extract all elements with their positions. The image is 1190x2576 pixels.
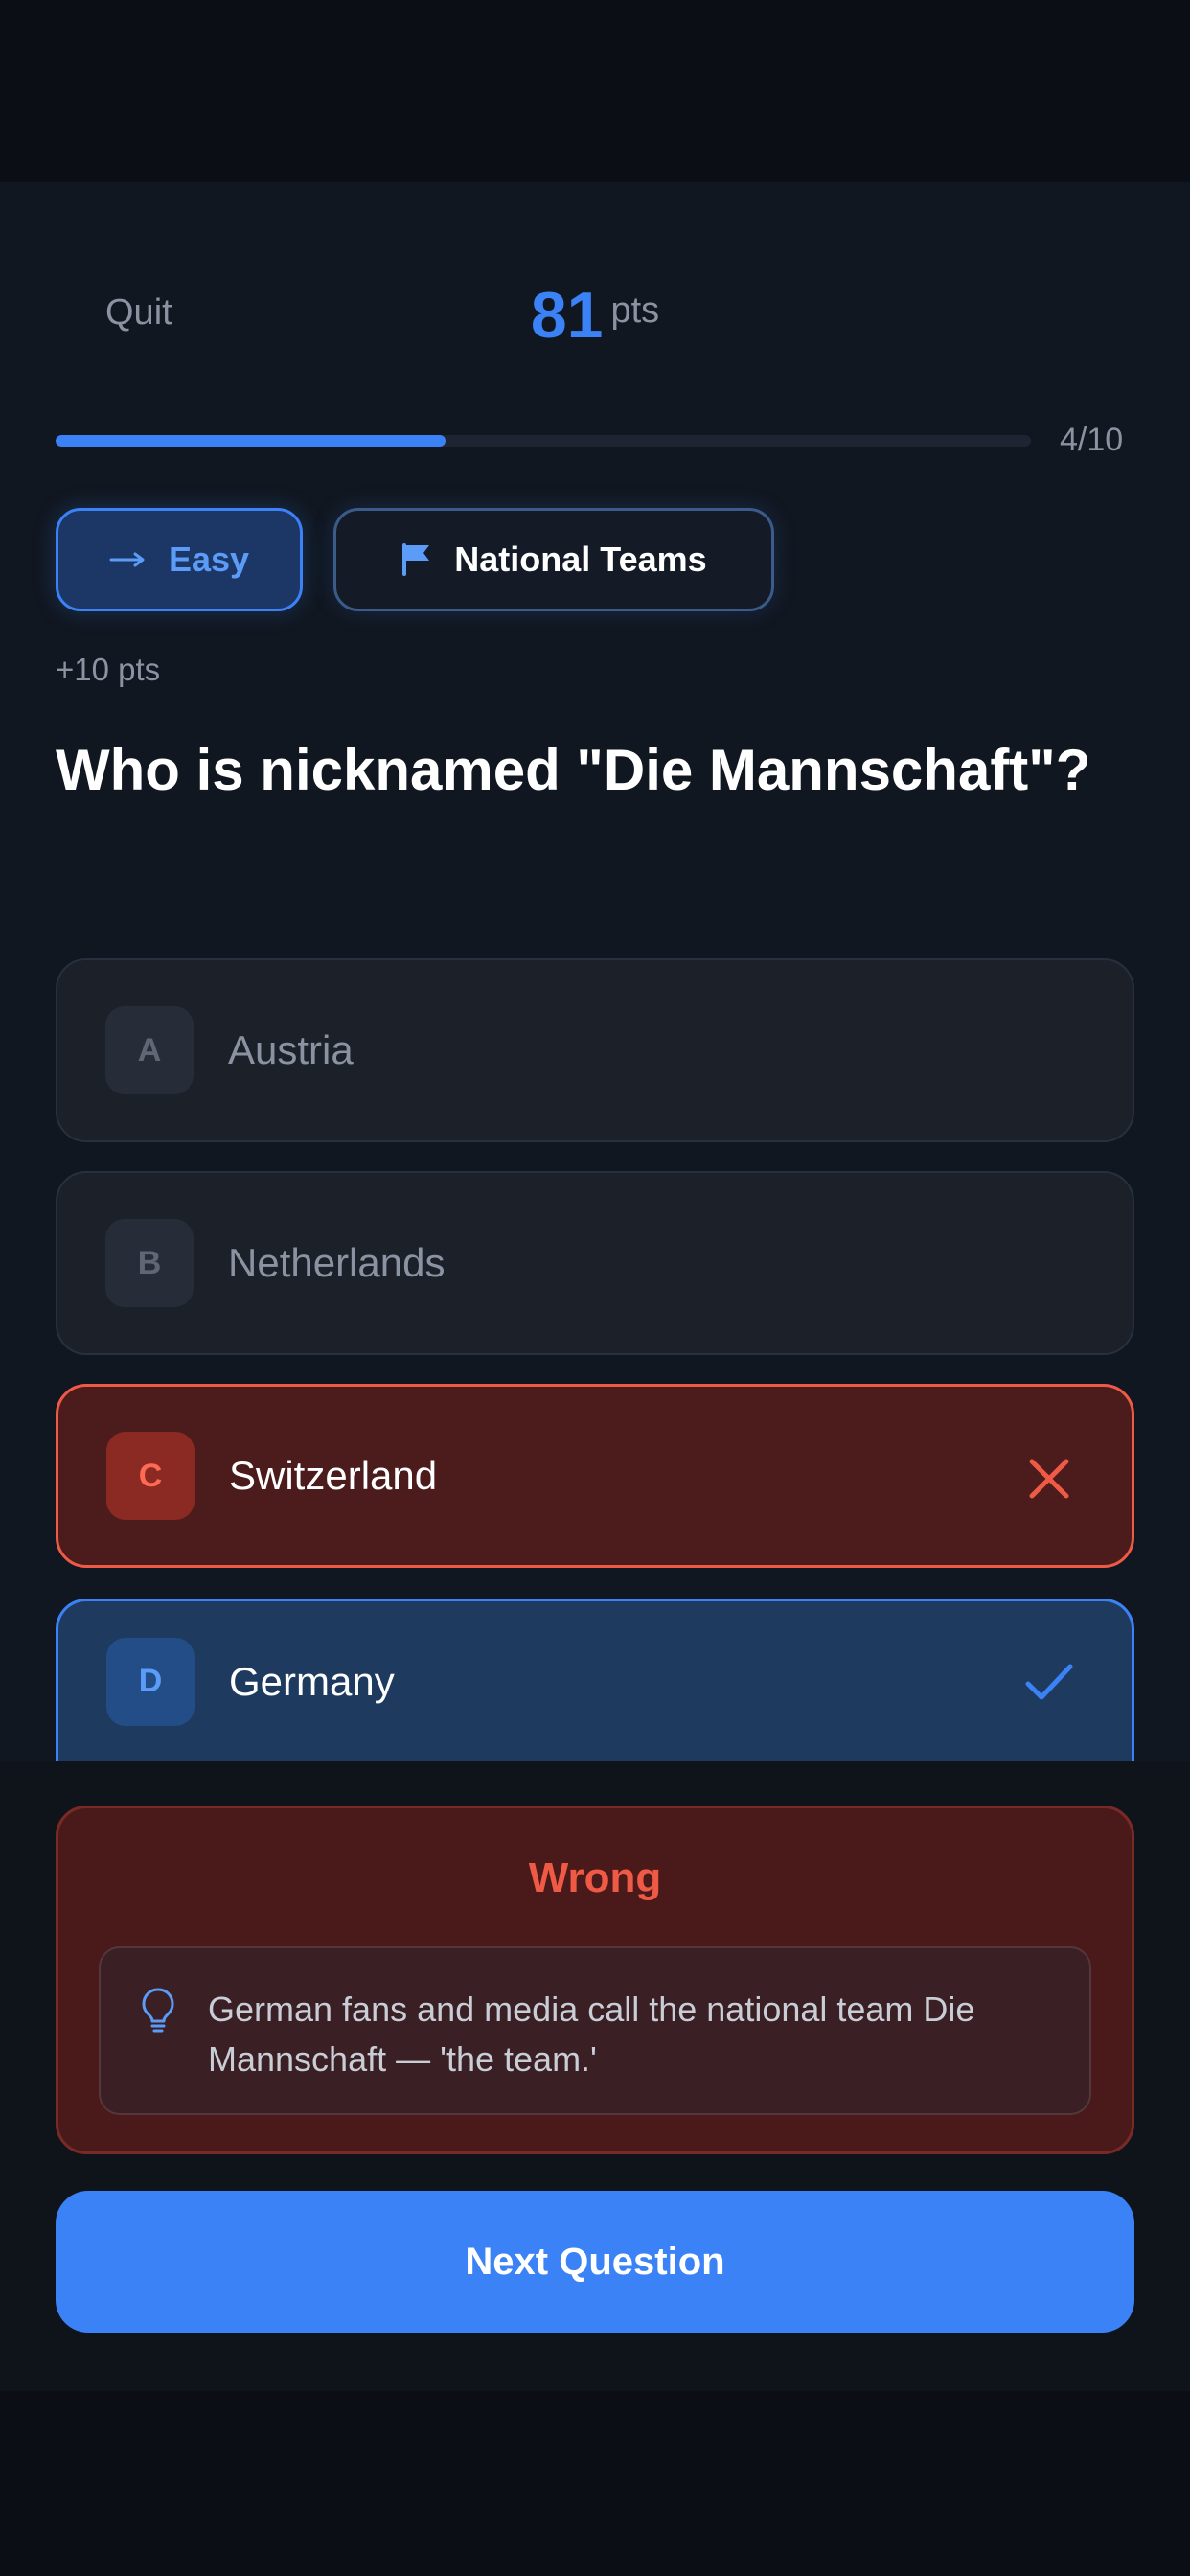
option-label: Austria	[228, 1027, 354, 1072]
progress-fill	[56, 435, 446, 447]
check-icon	[1025, 1664, 1073, 1700]
score-display: 81 pts	[0, 278, 1190, 353]
points-gain: +10 pts	[56, 652, 161, 687]
category-label: National Teams	[454, 540, 707, 579]
difficulty-label: Easy	[168, 540, 250, 579]
feedback-title: Wrong	[528, 1854, 662, 1901]
question-text: Who is nicknamed "Die Mannschaft"?	[56, 738, 1091, 802]
close-icon	[1029, 1459, 1069, 1499]
explanation-text: German fans and media call the national …	[208, 1990, 975, 2079]
arrow-right-icon	[109, 552, 145, 567]
difficulty-chip: Easy	[56, 508, 303, 611]
option-letter: C	[106, 1432, 195, 1520]
feedback-card: Wrong German fans and media call the nat…	[56, 1806, 1134, 2154]
next-question-button[interactable]: Next Question	[56, 2191, 1134, 2333]
option-b[interactable]: B Netherlands	[56, 1171, 1134, 1355]
option-c[interactable]: C Switzerland	[56, 1384, 1134, 1568]
option-a[interactable]: A Austria	[56, 958, 1134, 1142]
option-letter: D	[106, 1637, 195, 1726]
status-bar-area	[0, 0, 1190, 182]
score-value: 81	[530, 279, 604, 352]
lightbulb-icon	[142, 1988, 174, 2033]
option-d[interactable]: D Germany	[56, 1598, 1134, 1761]
option-label: Netherlands	[228, 1240, 446, 1285]
home-indicator-area	[0, 2391, 1190, 2576]
option-letter: A	[105, 1006, 194, 1094]
category-chip: National Teams	[333, 508, 774, 611]
progress-label: 4/10	[1060, 422, 1124, 458]
flag-icon	[402, 543, 430, 576]
explanation-box: German fans and media call the national …	[99, 1946, 1091, 2115]
option-label: Germany	[229, 1658, 395, 1704]
score-unit: pts	[610, 290, 660, 331]
option-label: Switzerland	[229, 1453, 438, 1498]
option-letter: B	[105, 1219, 194, 1307]
progress-bar	[56, 435, 1031, 447]
